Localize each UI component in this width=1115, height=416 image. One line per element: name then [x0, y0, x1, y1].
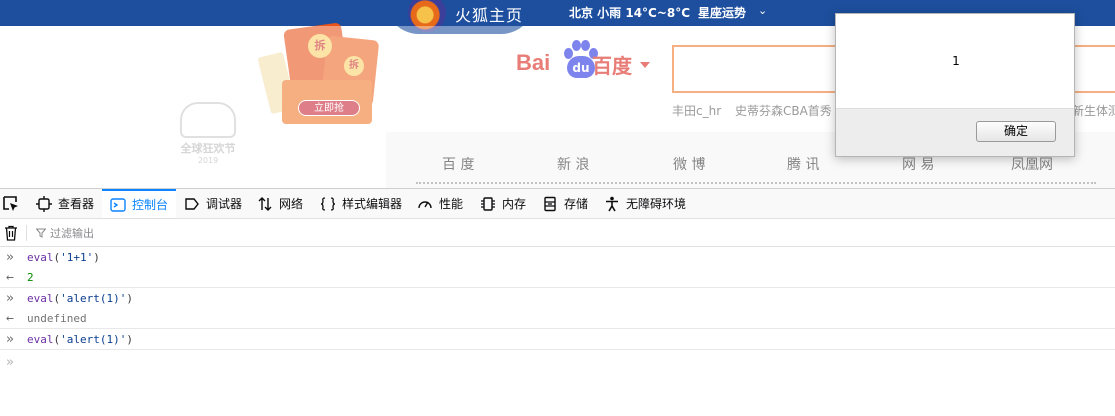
tab-storage[interactable]: 存储 — [542, 189, 588, 218]
input-chevron-icon: » — [6, 332, 14, 347]
result-value: 2 — [27, 271, 34, 284]
console-input-line: » eval('alert(1)') — [0, 330, 1115, 350]
network-icon — [258, 196, 272, 211]
devtools-panel: 查看器 控制台 调试器 网络 样式编辑器 性能 内存 存储 无障碍环境 过滤输出… — [0, 188, 1115, 416]
tab-performance[interactable]: 性能 — [417, 189, 463, 218]
console-icon — [110, 197, 126, 212]
accessibility-icon — [606, 196, 618, 211]
chevron-down-icon[interactable]: ⌄ — [758, 4, 767, 17]
tab-inspector[interactable]: 查看器 — [36, 189, 94, 218]
tab-label: 查看器 — [58, 197, 95, 211]
tab-console[interactable]: 控制台 — [102, 189, 176, 218]
trash-icon[interactable] — [4, 225, 18, 241]
ok-button[interactable]: 确定 — [976, 121, 1056, 142]
filter-icon — [36, 228, 46, 238]
style-editor-icon — [320, 196, 336, 211]
debugger-icon — [185, 197, 199, 210]
tab-label: 样式编辑器 — [342, 197, 403, 211]
result-arrow-icon: ← — [6, 270, 14, 285]
memory-icon — [481, 196, 495, 211]
tab-label: 性能 — [439, 197, 464, 211]
tab-style-editor[interactable]: 样式编辑器 — [320, 189, 402, 218]
tab-label: 网络 — [279, 197, 304, 211]
console-result-line: ← 2 — [0, 268, 1115, 288]
tab-label: 存储 — [564, 197, 589, 211]
devtools-tabbar: 查看器 控制台 调试器 网络 样式编辑器 性能 内存 存储 无障碍环境 — [0, 189, 1115, 219]
result-value: undefined — [27, 312, 87, 325]
storage-icon — [544, 196, 556, 211]
site-title[interactable]: 火狐主页 — [455, 2, 523, 26]
weather-info[interactable]: 北京 小雨 14°C~8°C — [569, 4, 690, 21]
screen: { "browser_page": { "site_title": "火狐主页"… — [0, 0, 1115, 416]
alert-footer: 确定 — [836, 108, 1074, 156]
input-chevron-icon: » — [6, 250, 14, 265]
alert-dialog: 1 确定 — [835, 13, 1075, 157]
console-toolbar: 过滤输出 — [0, 219, 1115, 247]
tab-label: 控制台 — [132, 198, 169, 212]
console-prompt[interactable]: » — [0, 353, 1115, 377]
filter-placeholder: 过滤输出 — [50, 227, 94, 240]
tab-network[interactable]: 网络 — [257, 189, 303, 218]
tab-debugger[interactable]: 调试器 — [184, 189, 242, 218]
console-input-line: » eval('1+1') — [6, 250, 100, 265]
result-arrow-icon: ← — [6, 311, 14, 326]
console-result-line: ← undefined — [0, 309, 1115, 329]
prompt-chevron-icon: » — [6, 355, 14, 370]
tab-accessibility[interactable]: 无障碍环境 — [604, 189, 686, 218]
inspector-icon — [36, 195, 52, 212]
performance-icon — [418, 200, 432, 208]
tab-label: 无障碍环境 — [626, 197, 687, 211]
alert-message: 1 — [952, 54, 960, 68]
console-input-line: » eval('alert(1)') — [6, 291, 133, 306]
tab-label: 调试器 — [206, 197, 243, 211]
filter-input[interactable]: 过滤输出 — [36, 219, 94, 247]
horoscope-link[interactable]: 星座运势 — [698, 4, 746, 21]
tab-label: 内存 — [502, 197, 527, 211]
tab-memory[interactable]: 内存 — [480, 189, 526, 218]
input-chevron-icon: » — [6, 291, 14, 306]
element-picker-icon[interactable] — [2, 195, 20, 213]
